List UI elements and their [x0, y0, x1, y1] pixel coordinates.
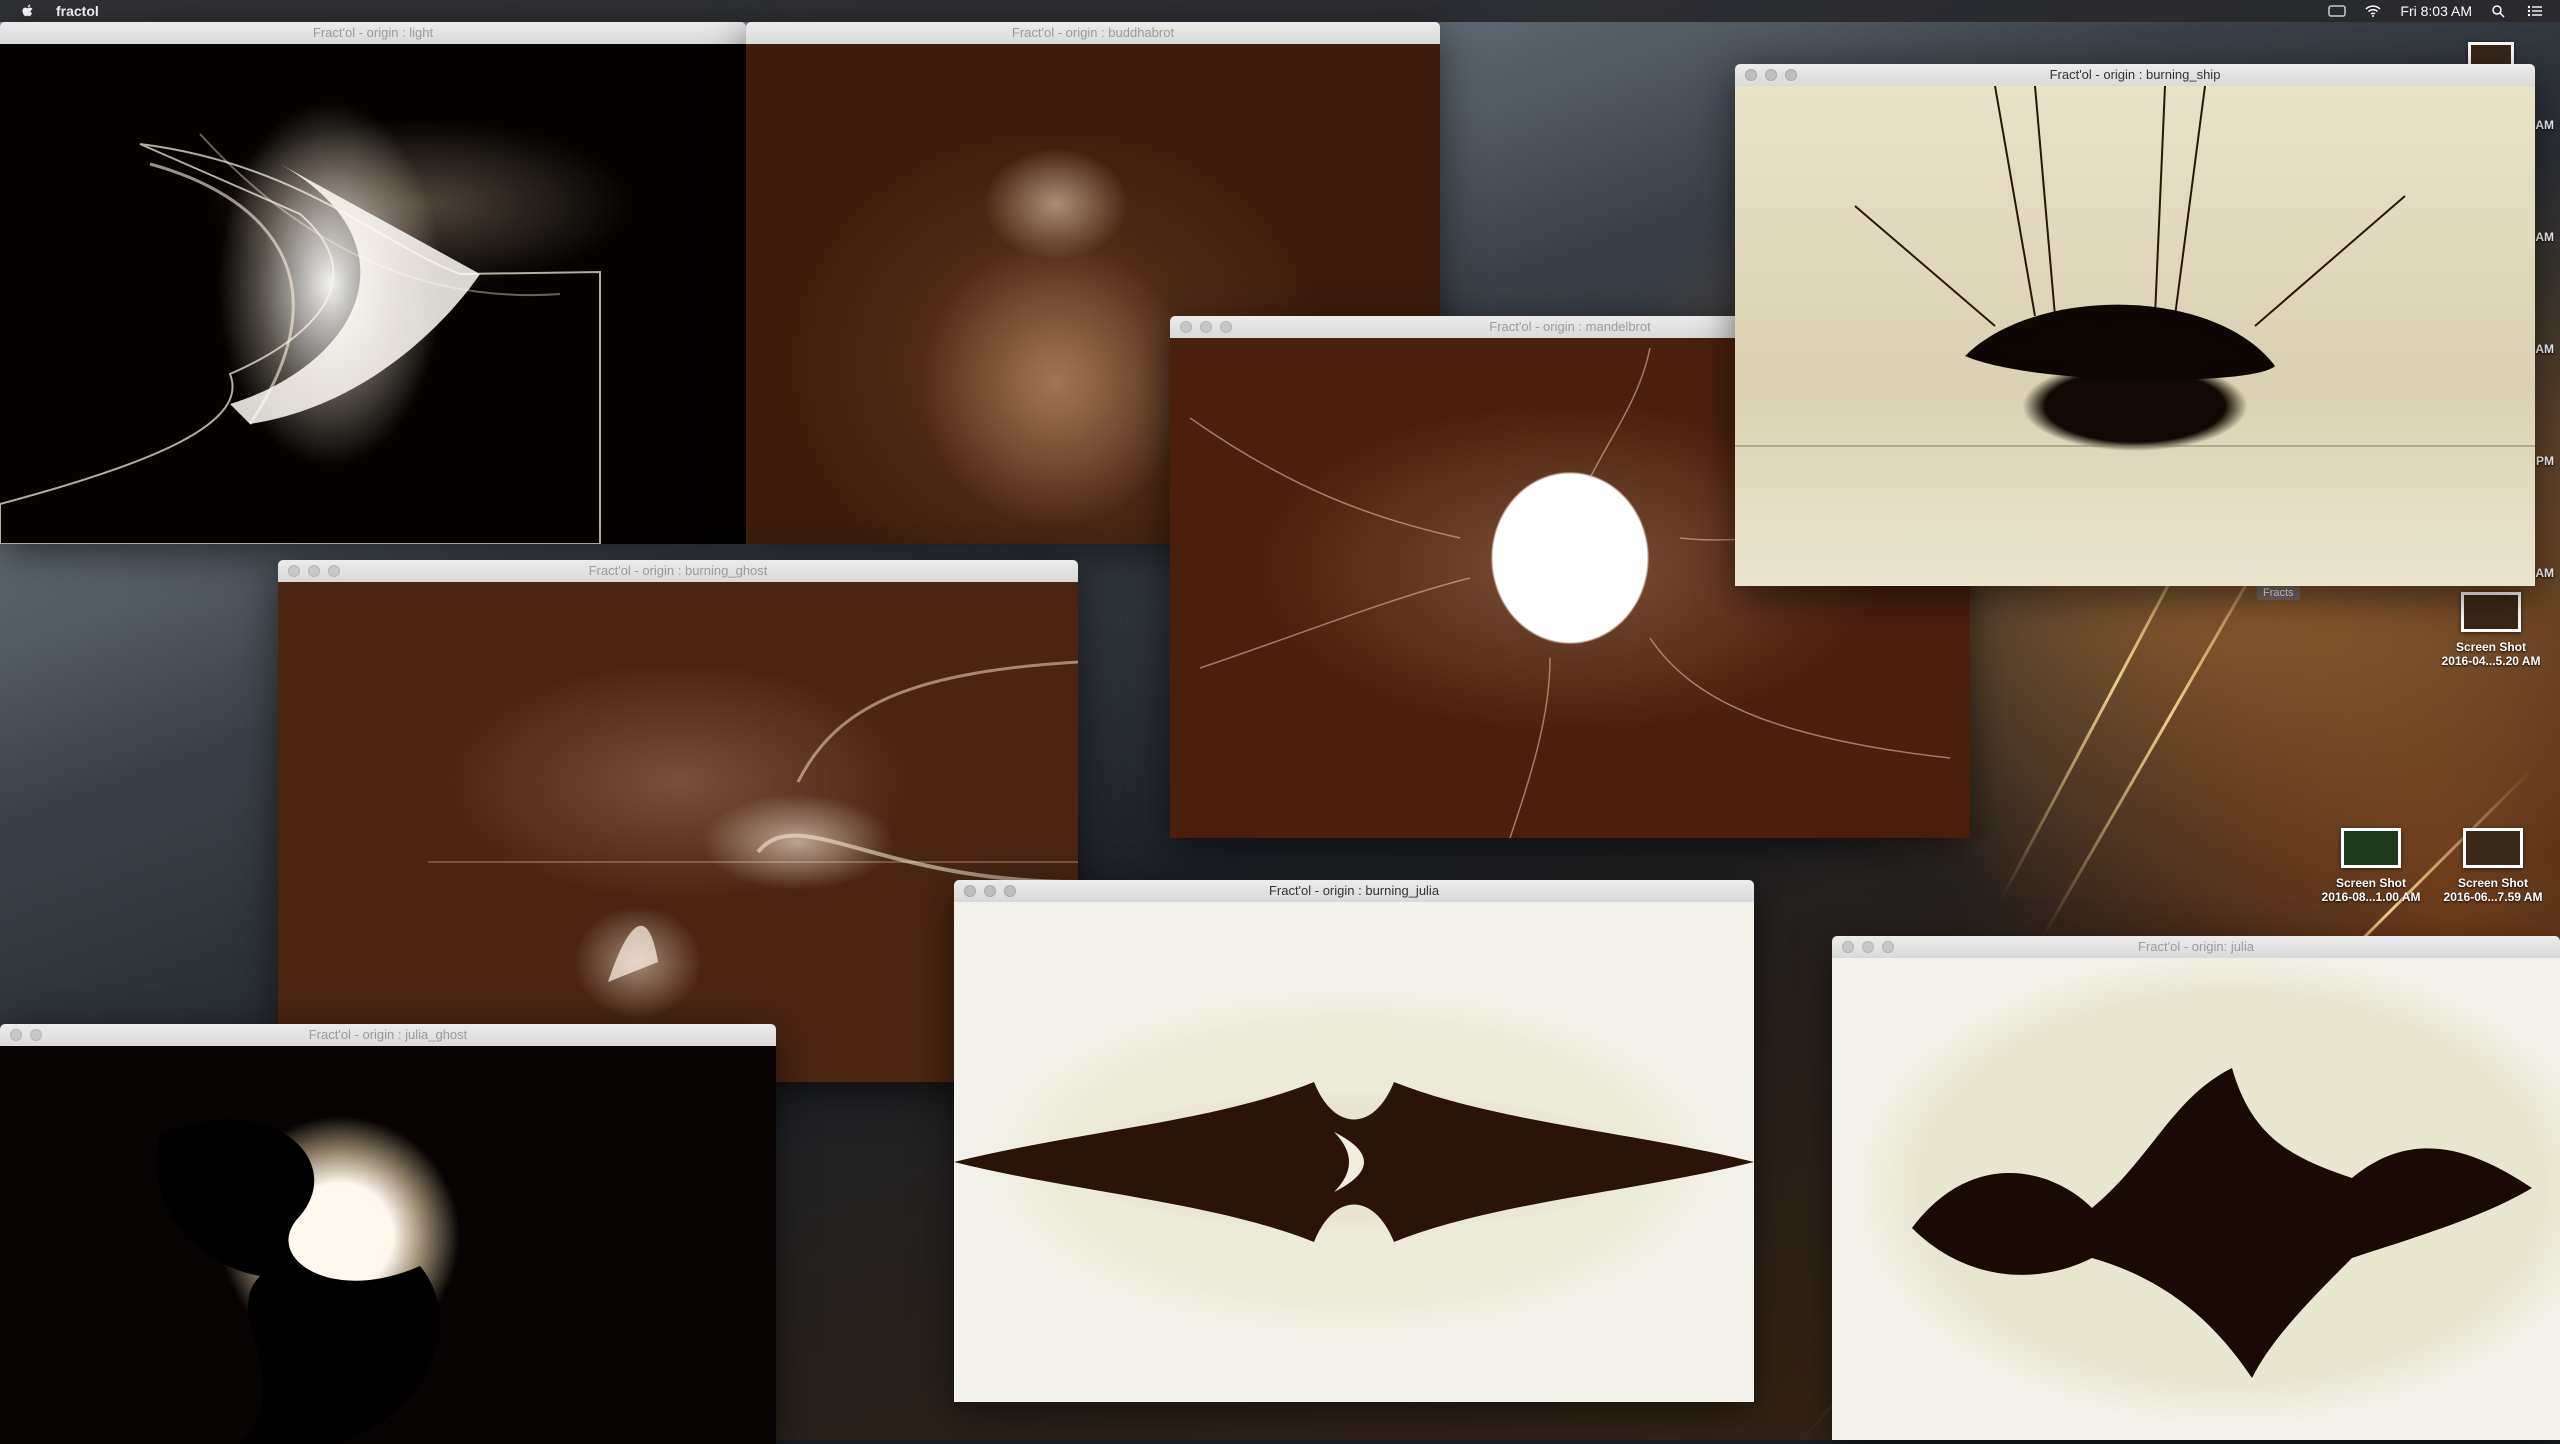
- window-title: Fract'ol - origin : burning_ship: [2049, 67, 2221, 82]
- desktop-icon-screenshot-2[interactable]: Screen Shot 2016-08...1.00 AM: [2316, 828, 2426, 904]
- window-titlebar[interactable]: Fract'ol - origin : light: [0, 22, 746, 45]
- fractal-canvas-julia[interactable]: [1832, 958, 2560, 1440]
- burning-julia-shape: [954, 1082, 1754, 1242]
- window-titlebar[interactable]: Fract'ol - origin : burning_julia: [954, 880, 1754, 903]
- window-titlebar[interactable]: Fract'ol - origin : buddhabrot: [746, 22, 1440, 45]
- window-titlebar[interactable]: Fract'ol - origin : burning_ghost: [278, 560, 1078, 583]
- window-titlebar[interactable]: Fract'ol - origin: julia: [1832, 936, 2560, 959]
- window-burning-julia[interactable]: Fract'ol - origin : burning_julia: [954, 880, 1754, 1402]
- icon-label-line1: Screen Shot: [2335, 876, 2407, 890]
- desktop-icon-screenshot-3[interactable]: Screen Shot 2016-06...7.59 AM: [2438, 828, 2548, 904]
- app-name[interactable]: fractol: [56, 3, 99, 19]
- window-title: Fract'ol - origin : light: [312, 25, 434, 40]
- icon-label-line2: 2016-08...1.00 AM: [2321, 890, 2421, 904]
- desktop-label-fragment: AM: [2535, 118, 2554, 132]
- wifi-icon[interactable]: [2364, 4, 2382, 18]
- menu-bar: fractol Fri 8:03 AM: [0, 0, 2560, 22]
- window-title: Fract'ol - origin : burning_julia: [1268, 883, 1440, 898]
- folder-label-fracts[interactable]: Fracts: [2257, 586, 2300, 600]
- window-burning-ship[interactable]: Fract'ol - origin : burning_ship: [1735, 64, 2535, 586]
- icon-label-line1: Screen Shot: [2455, 640, 2527, 654]
- notification-center-icon[interactable]: [2526, 4, 2544, 18]
- window-julia-ghost[interactable]: Fract'ol - origin : julia_ghost: [0, 1024, 776, 1444]
- display-icon[interactable]: [2328, 4, 2347, 18]
- window-titlebar[interactable]: Fract'ol - origin : burning_ship: [1735, 64, 2535, 87]
- icon-label-line2: 2016-06...7.59 AM: [2443, 890, 2543, 904]
- julia-ghost-spiral: [156, 1118, 440, 1444]
- menubar-clock[interactable]: Fri 8:03 AM: [2400, 3, 2472, 19]
- light-fractal-strokes: [0, 133, 601, 544]
- spotlight-search-icon[interactable]: [2490, 4, 2508, 18]
- icon-label-line1: Screen Shot: [2457, 876, 2529, 890]
- screenshot-thumbnail: [2461, 592, 2521, 632]
- window-light[interactable]: Fract'ol - origin : light: [0, 22, 746, 544]
- desktop-label-fragment: AM: [2535, 230, 2554, 244]
- window-title: Fract'ol - origin : burning_ghost: [588, 563, 768, 578]
- desktop-label-fragment: PM: [2536, 454, 2554, 468]
- screenshot-thumbnail: [2341, 828, 2401, 868]
- window-title: Fract'ol - origin : julia_ghost: [308, 1027, 468, 1042]
- icon-label-line2: 2016-04...5.20 AM: [2441, 654, 2541, 668]
- fractal-canvas-burning-ship[interactable]: [1735, 86, 2535, 586]
- desktop-label-fragment: AM: [2535, 342, 2554, 356]
- apple-icon[interactable]: [20, 3, 36, 19]
- desktop-icon-screenshot-1[interactable]: Screen Shot 2016-04...5.20 AM: [2436, 592, 2546, 668]
- burning-ship-masts: [1735, 86, 2535, 447]
- desktop-label-fragment: AM: [2535, 566, 2554, 580]
- window-title: Fract'ol - origin : buddhabrot: [1011, 25, 1175, 40]
- window-titlebar[interactable]: Fract'ol - origin : julia_ghost: [0, 1024, 776, 1047]
- fractal-canvas-light[interactable]: [0, 44, 746, 544]
- window-title: Fract'ol - origin: julia: [2138, 939, 2254, 954]
- fractal-canvas-julia-ghost[interactable]: [0, 1046, 776, 1444]
- julia-set-shape: [1912, 1068, 2532, 1378]
- screenshot-thumbnail: [2463, 828, 2523, 868]
- window-julia[interactable]: Fract'ol - origin: julia: [1832, 936, 2560, 1440]
- fractal-canvas-burning-julia[interactable]: [954, 902, 1754, 1402]
